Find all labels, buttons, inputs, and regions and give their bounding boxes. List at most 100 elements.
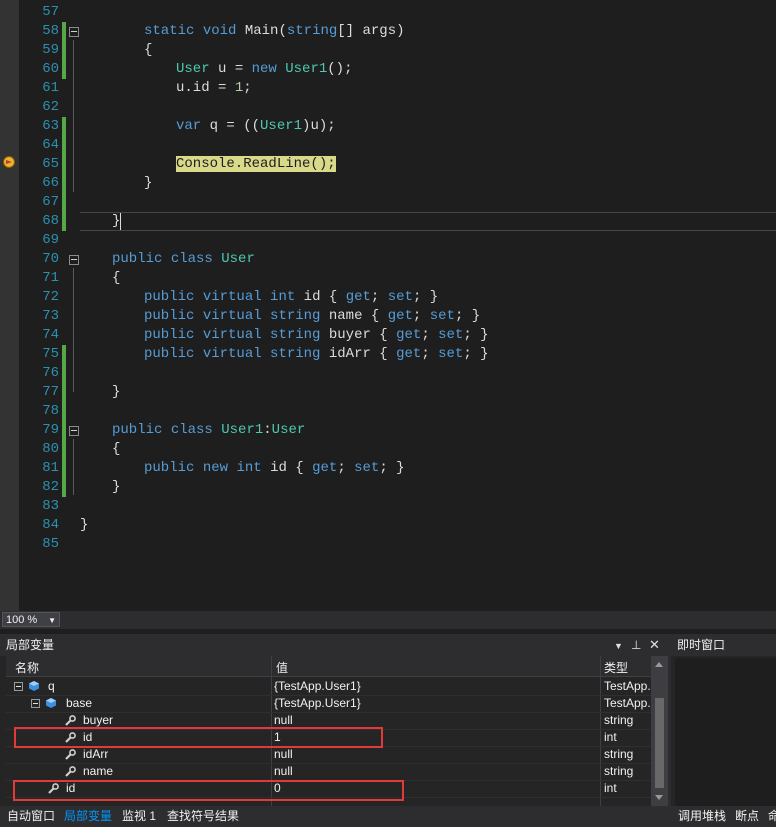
immediate-input-area[interactable]	[675, 658, 776, 806]
table-row[interactable]: name null string	[6, 763, 651, 781]
line-number: 80	[42, 441, 59, 457]
text-caret	[120, 213, 121, 230]
scroll-down-icon[interactable]	[655, 795, 663, 800]
code-line[interactable]: {	[144, 41, 152, 60]
tab-call-stack[interactable]: 调用堆栈	[674, 806, 730, 827]
column-header-type[interactable]: 类型	[604, 659, 628, 676]
tab-autos[interactable]: 自动窗口	[3, 806, 59, 827]
code-line[interactable]: public new int id { get; set; }	[144, 459, 405, 478]
indicator-margin[interactable]	[0, 0, 19, 611]
tab-find-symbol-results[interactable]: 查找符号结果	[163, 806, 243, 827]
tab-command-window[interactable]: 命	[764, 806, 776, 827]
code-line[interactable]: var q = ((User1)u);	[176, 117, 336, 136]
code-line[interactable]: }	[112, 383, 120, 402]
line-number: 85	[42, 536, 59, 552]
code-line[interactable]: public virtual string name { get; set; }	[144, 307, 480, 326]
line-number: 68	[42, 213, 59, 229]
code-line[interactable]: static void Main(string[] args)	[144, 22, 405, 41]
scroll-up-icon[interactable]	[655, 662, 663, 667]
code-line[interactable]: }	[144, 174, 152, 193]
locals-title-bar: 局部变量 ▼ ⊥ ✕	[0, 634, 668, 656]
row-type: TestApp.	[604, 679, 650, 693]
tab-breakpoints[interactable]: 断点	[731, 806, 763, 827]
collapse-toggle-icon[interactable]	[69, 255, 79, 265]
code-line[interactable]: public virtual int id { get; set; }	[144, 288, 438, 307]
line-number: 59	[42, 42, 59, 58]
line-number: 57	[42, 4, 59, 20]
line-number: 74	[42, 327, 59, 343]
line-number: 70	[42, 251, 59, 267]
close-icon[interactable]: ✕	[649, 634, 660, 656]
collapse-toggle-icon[interactable]	[31, 699, 40, 708]
zoom-select[interactable]: 100 % ▼	[2, 612, 60, 627]
code-line[interactable]: }	[112, 478, 120, 497]
tool-window-tabs: 自动窗口 局部变量 监视 1 查找符号结果 调用堆栈 断点 命	[0, 806, 776, 827]
row-name: base	[66, 696, 93, 710]
breakpoint-current-statement-icon[interactable]	[3, 156, 15, 168]
row-type: string	[604, 747, 634, 761]
panel-title: 即时窗口	[677, 638, 726, 652]
line-number: 69	[42, 232, 59, 248]
chevron-down-icon: ▼	[48, 616, 56, 625]
line-number: 81	[42, 460, 59, 476]
editor-status-bar: 100 % ▼	[0, 611, 776, 629]
line-number: 77	[42, 384, 59, 400]
line-number: 71	[42, 270, 59, 286]
line-number: 66	[42, 175, 59, 191]
vertical-scrollbar[interactable]	[651, 656, 668, 806]
changed-lines-indicator	[62, 117, 66, 231]
line-number: 76	[42, 365, 59, 381]
code-line[interactable]: u.id = 1;	[176, 79, 252, 98]
code-line[interactable]: public class User1:User	[112, 421, 305, 440]
zoom-value: 100 %	[6, 614, 38, 626]
row-value: null	[274, 764, 293, 778]
collapse-toggle-icon[interactable]	[69, 27, 79, 37]
table-row[interactable]: base {TestApp.User1} TestApp.	[6, 695, 651, 713]
grid-header: 名称 值 类型	[6, 656, 651, 677]
pin-icon[interactable]: ⊥	[631, 634, 641, 656]
code-line[interactable]: {	[112, 440, 120, 459]
row-type: TestApp.	[604, 696, 650, 710]
column-header-value[interactable]: 值	[276, 659, 288, 676]
outline-guide	[73, 268, 74, 392]
line-number: 60	[42, 61, 59, 77]
table-row[interactable]: idArr null string	[6, 746, 651, 764]
line-number: 65	[42, 156, 59, 172]
row-value: null	[274, 747, 293, 761]
line-number: 84	[42, 517, 59, 533]
scrollbar-thumb[interactable]	[655, 698, 664, 788]
locals-window: 局部变量 ▼ ⊥ ✕ 名称 值 类型 q {TestApp.User1} Tes…	[0, 634, 668, 806]
changed-lines-indicator	[62, 421, 66, 497]
line-number: 83	[42, 498, 59, 514]
current-line-highlight	[80, 212, 776, 231]
row-type: int	[604, 781, 617, 795]
code-line[interactable]: User u = new User1();	[176, 60, 352, 79]
row-name: idArr	[83, 747, 109, 761]
tab-watch-1[interactable]: 监视 1	[118, 806, 160, 827]
collapse-toggle-icon[interactable]	[69, 426, 79, 436]
line-number: 82	[42, 479, 59, 495]
table-row[interactable]: q {TestApp.User1} TestApp.	[6, 678, 651, 696]
code-line[interactable]: public virtual string buyer { get; set; …	[144, 326, 489, 345]
tab-locals[interactable]: 局部变量	[60, 806, 116, 827]
annotation-highlight-box	[13, 780, 404, 801]
line-number: 62	[42, 99, 59, 115]
code-line[interactable]: {	[112, 269, 120, 288]
column-header-name[interactable]: 名称	[15, 659, 39, 676]
code-line[interactable]: Console.ReadLine();	[176, 155, 336, 174]
property-wrench-icon	[65, 749, 76, 760]
line-number: 75	[42, 346, 59, 362]
panel-title: 局部变量	[6, 638, 55, 652]
code-line[interactable]: }	[80, 516, 88, 535]
line-number: 61	[42, 80, 59, 96]
line-number: 79	[42, 422, 59, 438]
window-position-dropdown-icon[interactable]: ▼	[614, 635, 623, 657]
row-name: q	[48, 679, 55, 693]
code-line[interactable]: public class User	[112, 250, 255, 269]
row-value: {TestApp.User1}	[274, 679, 361, 693]
immediate-window: 即时窗口	[671, 634, 776, 806]
code-editor[interactable]: 57 58 59 60 61 62 63 64 65 66 67 68 69 7…	[0, 0, 776, 611]
object-icon	[29, 681, 39, 691]
code-line[interactable]: public virtual string idArr { get; set; …	[144, 345, 489, 364]
collapse-toggle-icon[interactable]	[14, 682, 23, 691]
